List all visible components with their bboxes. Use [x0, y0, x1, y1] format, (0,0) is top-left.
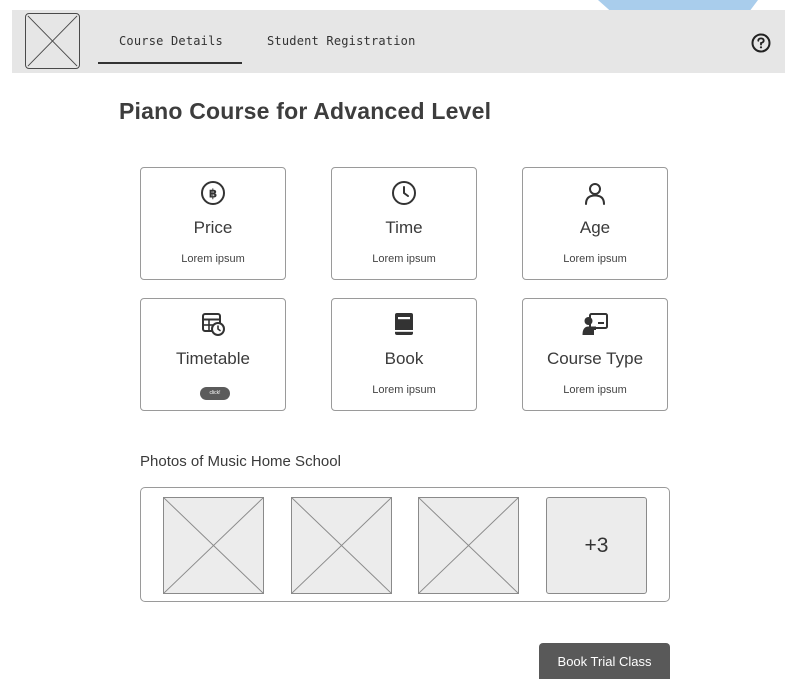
course-type-text: Lorem ipsum [563, 384, 627, 396]
time-title: Time [385, 218, 423, 237]
presentation-icon [582, 311, 608, 337]
book-text: Lorem ipsum [372, 384, 436, 396]
timetable-card[interactable]: Timetable click! [140, 298, 286, 411]
clock-icon [391, 180, 417, 206]
image-placeholder-icon [27, 15, 78, 67]
image-placeholder-icon [419, 498, 518, 593]
book-card[interactable]: Book Lorem ipsum [331, 298, 477, 411]
tab-course-details[interactable]: Course Details [119, 34, 223, 48]
photo-thumbnail[interactable] [163, 497, 264, 594]
photo-thumbnail[interactable] [291, 497, 392, 594]
price-text: Lorem ipsum [181, 253, 245, 265]
image-placeholder-icon [292, 498, 391, 593]
price-card[interactable]: ฿ Price Lorem ipsum [140, 167, 286, 280]
course-type-card[interactable]: Course Type Lorem ipsum [522, 298, 668, 411]
age-title: Age [579, 218, 611, 237]
book-icon [391, 311, 417, 337]
photo-thumbnail[interactable] [418, 497, 519, 594]
time-text: Lorem ipsum [372, 253, 436, 265]
calendar-clock-icon [200, 311, 226, 337]
help-icon[interactable] [750, 32, 772, 54]
photo-gallery: +3 [140, 487, 670, 602]
user-icon [582, 180, 608, 206]
book-trial-class-button[interactable]: Book Trial Class [539, 643, 670, 679]
book-title: Book [384, 349, 424, 368]
image-placeholder-icon [164, 498, 263, 593]
time-card[interactable]: Time Lorem ipsum [331, 167, 477, 280]
age-text: Lorem ipsum [563, 253, 627, 265]
price-title: Price [193, 218, 233, 237]
course-type-title: Course Type [546, 349, 644, 368]
tab-student-registration[interactable]: Student Registration [267, 34, 416, 48]
page-title: Piano Course for Advanced Level [119, 98, 492, 124]
baht-coin-icon: ฿ [200, 180, 226, 206]
timetable-click-button[interactable]: click! [200, 387, 230, 400]
more-photos-button[interactable]: +3 [546, 497, 647, 594]
top-navigation-bar: Course Details Student Registration [12, 10, 785, 73]
more-photos-count: +3 [584, 533, 609, 557]
photos-section-title: Photos of Music Home School [140, 453, 341, 470]
logo-placeholder[interactable] [25, 13, 80, 69]
age-card[interactable]: Age Lorem ipsum [522, 167, 668, 280]
timetable-title: Timetable [175, 349, 250, 368]
active-tab-indicator [98, 62, 242, 64]
svg-text:฿: ฿ [209, 187, 217, 201]
